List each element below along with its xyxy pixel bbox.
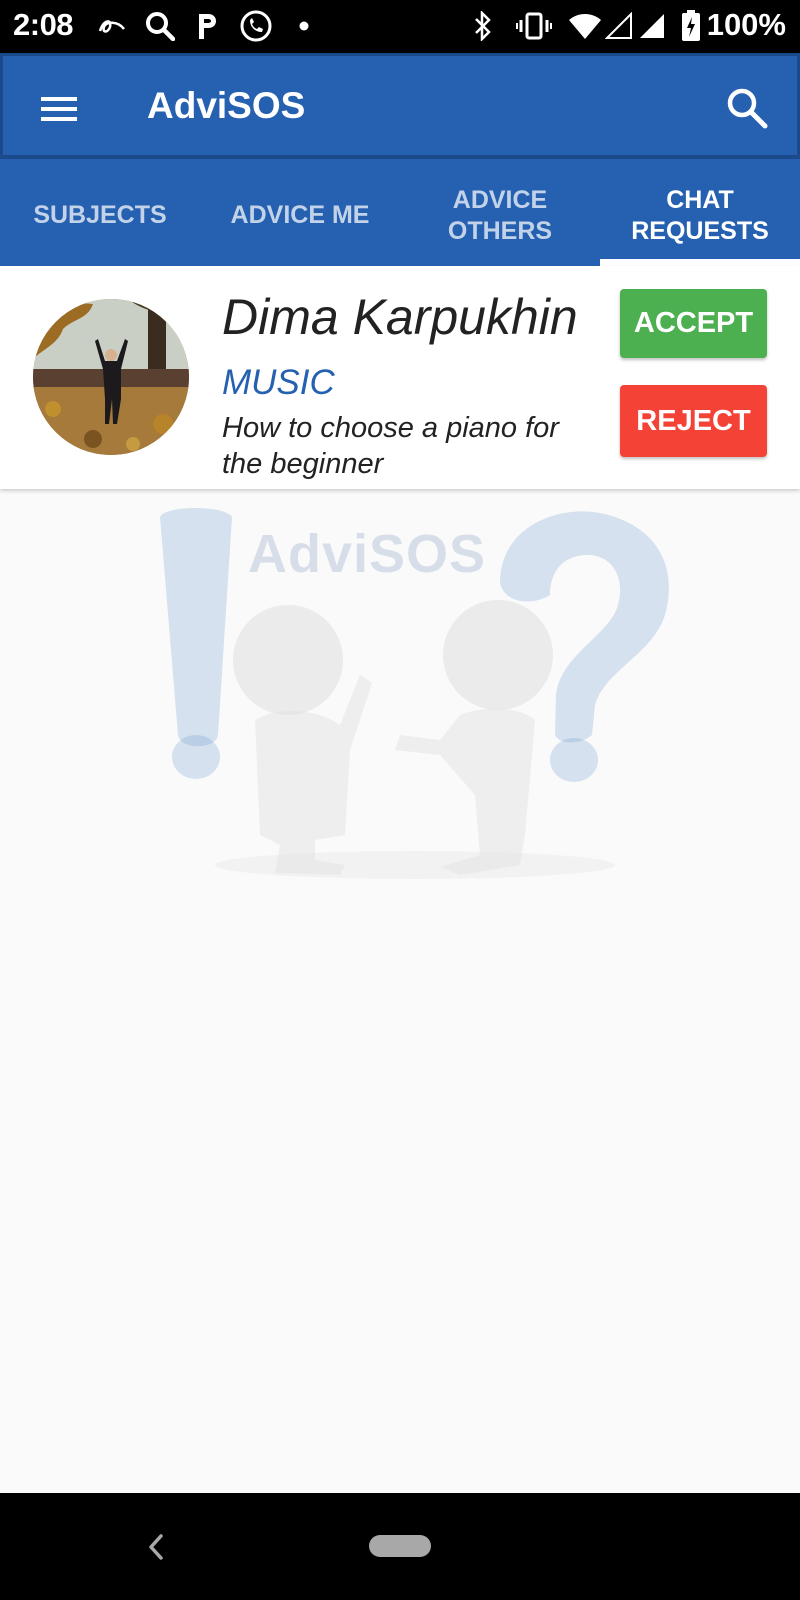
accept-button[interactable]: ACCEPT (620, 289, 767, 358)
chat-request-card: Dima Karpukhin MUSIC How to choose a pia… (0, 266, 800, 489)
aliexpress-icon (95, 9, 129, 43)
advisos-watermark: AdviSOS (140, 505, 690, 905)
vibrate-icon (515, 9, 553, 43)
watermark-text: AdviSOS (248, 524, 487, 584)
reject-button[interactable]: REJECT (620, 385, 767, 457)
wifi-icon (567, 9, 603, 43)
request-question: How to choose a piano for the beginner (222, 412, 559, 480)
navigation-bar (0, 1493, 800, 1600)
status-time: 2:08 (13, 7, 74, 42)
tab-chat-requests[interactable]: CHAT REQUESTS (600, 159, 800, 266)
hamburger-menu-icon[interactable] (31, 81, 87, 137)
request-subject: MUSIC (222, 363, 335, 402)
tab-advice-me[interactable]: ADVICE ME (200, 159, 400, 266)
signal-empty-icon (605, 9, 633, 43)
requester-name: Dima Karpukhin (222, 289, 578, 345)
search-icon (143, 9, 177, 43)
home-pill-icon[interactable] (369, 1535, 431, 1557)
bluetooth-icon (470, 9, 496, 43)
battery-percent: 100% (706, 7, 786, 42)
app-title: AdviSOS (147, 85, 306, 126)
whatsapp-icon (238, 9, 274, 43)
status-bar: 2:08 100% (0, 0, 800, 53)
tab-bar: SUBJECTS ADVICE ME ADVICE OTHERS CHAT REQU… (0, 159, 800, 266)
app-bar: AdviSOS (0, 53, 800, 159)
signal-full-icon (638, 9, 666, 43)
search-icon[interactable] (717, 78, 777, 138)
notification-dot-icon (297, 9, 311, 43)
avatar (33, 299, 189, 455)
back-chevron-icon[interactable] (138, 1529, 174, 1565)
active-tab-indicator (600, 259, 800, 266)
battery-charging-icon (680, 9, 702, 43)
parking-icon (192, 9, 222, 43)
tab-advice-others[interactable]: ADVICE OTHERS (400, 159, 600, 266)
tab-subjects[interactable]: SUBJECTS (0, 159, 200, 266)
